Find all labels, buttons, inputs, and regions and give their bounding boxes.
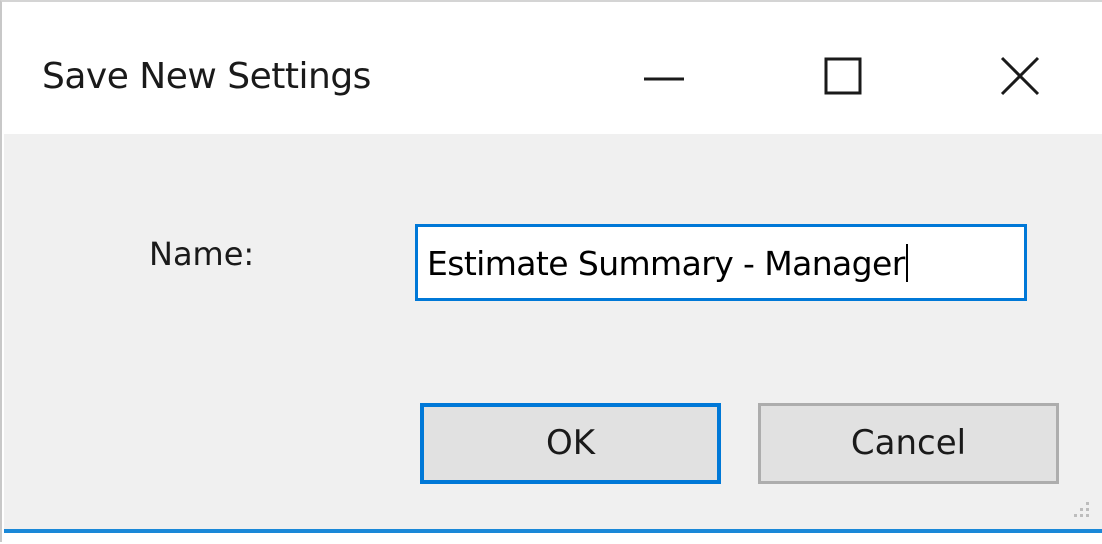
name-label: Name: xyxy=(149,235,255,273)
minimize-button[interactable] xyxy=(626,38,706,118)
ok-button[interactable]: OK xyxy=(420,403,721,484)
resize-grip-icon[interactable] xyxy=(1068,496,1092,520)
close-button[interactable] xyxy=(982,38,1062,118)
window-bottom-edge xyxy=(4,533,1102,544)
minimize-icon xyxy=(644,77,684,81)
maximize-button[interactable] xyxy=(804,38,884,118)
name-input[interactable]: Estimate Summary - Manager xyxy=(415,224,1027,301)
name-input-text: Estimate Summary - Manager xyxy=(427,244,905,283)
window-title: Save New Settings xyxy=(42,56,371,97)
save-settings-dialog: Save New Settings Name: Estimate Summary… xyxy=(0,0,1102,544)
maximize-icon xyxy=(824,57,862,95)
name-input-value: Estimate Summary - Manager xyxy=(427,244,908,283)
cancel-button[interactable]: Cancel xyxy=(758,403,1059,484)
title-bar[interactable]: Save New Settings xyxy=(4,4,1102,134)
close-icon xyxy=(1000,56,1040,96)
dialog-body: Name: Estimate Summary - Manager OK Canc… xyxy=(4,134,1102,532)
text-caret xyxy=(905,244,908,282)
